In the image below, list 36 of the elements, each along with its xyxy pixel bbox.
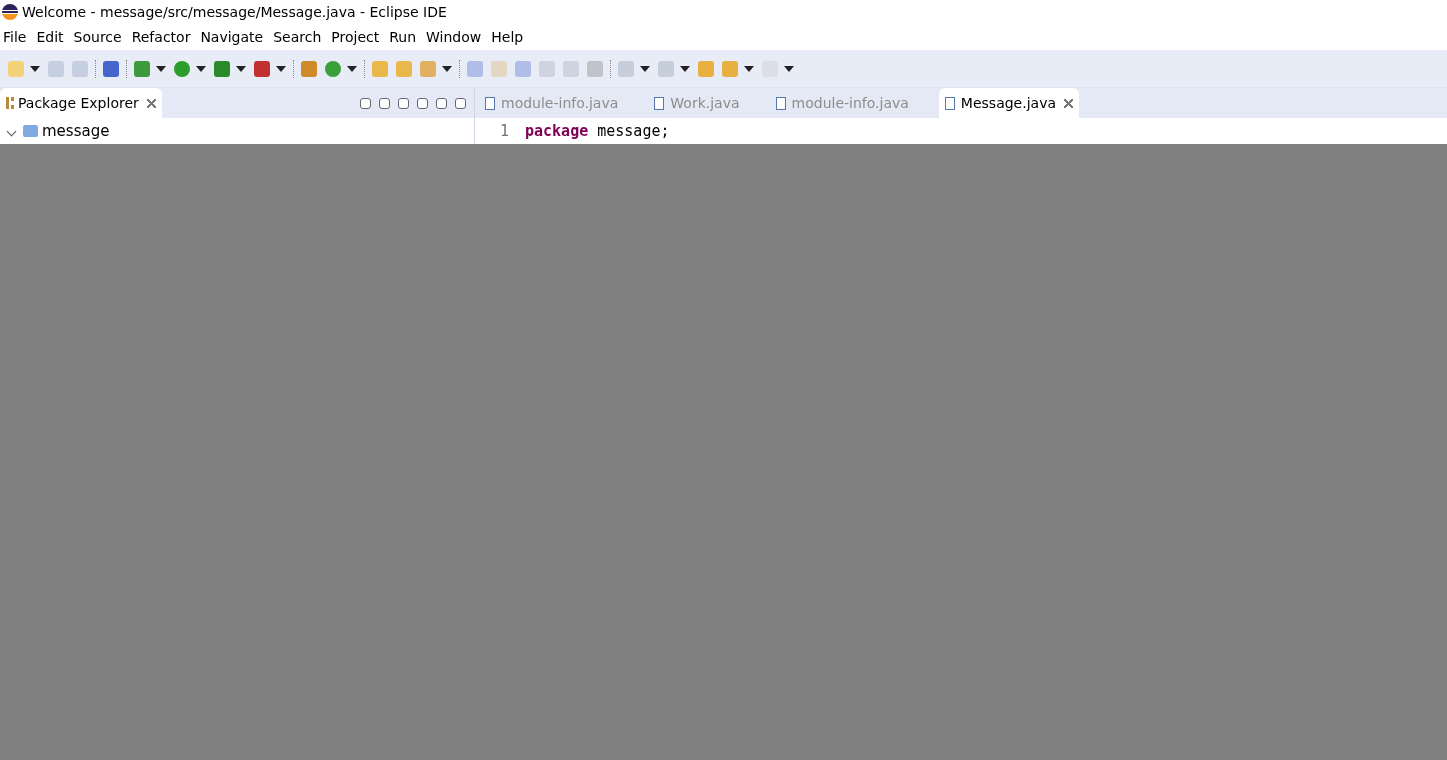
java-file-icon	[944, 96, 955, 110]
line-number: 1	[498, 120, 509, 142]
dropdown-caret-icon[interactable]	[347, 65, 357, 72]
menu-item[interactable]: Help	[488, 24, 531, 50]
menu-item[interactable]: Window	[423, 24, 489, 50]
menu-item[interactable]: Edit	[33, 24, 71, 50]
dropdown-caret-icon[interactable]	[30, 65, 40, 72]
dropdown-caret-icon[interactable]	[680, 65, 690, 72]
dropdown-caret-icon[interactable]	[640, 65, 650, 72]
package-explorer-icon	[6, 97, 14, 109]
eclipse-logo-icon	[2, 4, 18, 20]
menu-item[interactable]: Run	[386, 24, 424, 50]
dropdown-caret-icon[interactable]	[236, 65, 246, 72]
tree-item[interactable]: message	[42, 119, 110, 143]
close-icon[interactable]	[146, 98, 156, 108]
java-file-icon	[775, 96, 786, 110]
menu-item[interactable]: File	[0, 24, 34, 50]
close-icon[interactable]	[1064, 98, 1073, 108]
dropdown-caret-icon[interactable]	[196, 65, 206, 72]
view-tab[interactable]: Package Explorer	[0, 88, 162, 118]
dropdown-caret-icon[interactable]	[744, 65, 754, 72]
dropdown-caret-icon[interactable]	[784, 65, 794, 72]
menu-item[interactable]: Navigate	[197, 24, 271, 50]
menu-item[interactable]: Source	[70, 24, 129, 50]
view-title: Package Explorer	[18, 93, 139, 113]
code-line: package message;	[525, 120, 670, 142]
dropdown-caret-icon[interactable]	[156, 65, 166, 72]
menu-item[interactable]: Project	[328, 24, 387, 50]
dropdown-caret-icon[interactable]	[442, 65, 452, 72]
java-file-icon	[654, 96, 665, 110]
window-title: Welcome - message/src/message/Message.java - Eclipse IDE	[22, 2, 447, 22]
java-file-icon	[485, 96, 495, 110]
dropdown-caret-icon[interactable]	[276, 65, 286, 72]
editor-tab[interactable]: Message.java	[938, 88, 1079, 118]
menu-item[interactable]: Refactor	[128, 24, 198, 50]
menu-item[interactable]: Search	[270, 24, 329, 50]
